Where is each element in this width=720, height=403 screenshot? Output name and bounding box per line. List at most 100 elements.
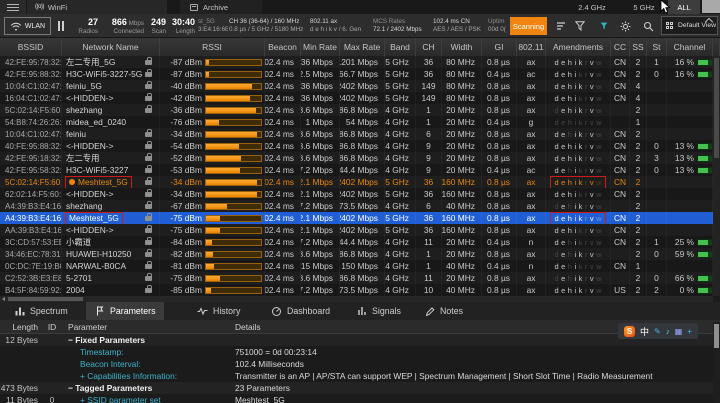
scrollbar-thumb[interactable] xyxy=(714,58,719,158)
amendments-cell: dehikrvw xyxy=(546,284,611,296)
network-row[interactable]: 5C:02:14:F5:60:6BMeshtest_5G-34 dBm102.4… xyxy=(0,176,713,188)
rssi-cell: -75 dBm xyxy=(160,224,265,236)
column-header-802-11[interactable]: 802.11 xyxy=(517,38,546,56)
network-row[interactable]: 42:FE:95:88:32:29H3C-WiFi5-3227-5G-87 dB… xyxy=(0,68,713,80)
red-annotation-box: dehikrvw xyxy=(551,213,604,224)
wlan-button[interactable]: WLAN xyxy=(4,17,51,35)
hamburger-menu-icon[interactable] xyxy=(0,0,26,14)
column-header-bssid[interactable]: BSSID xyxy=(0,38,62,56)
tab-history[interactable]: History xyxy=(188,302,249,320)
parameter-row[interactable]: + Capabilities Information:Transmitter i… xyxy=(0,370,720,382)
network-row[interactable]: 54:B8:74:26:26:A9midea_ed_0240-76 dBm102… xyxy=(0,116,713,128)
tab-winfi[interactable]: ((o)) WinFi xyxy=(27,0,167,14)
column-header-width[interactable]: Width xyxy=(442,38,482,56)
active-filter-icon[interactable] xyxy=(598,20,610,32)
rssi-bar xyxy=(205,203,262,210)
column-header-amendments[interactable]: Amendments xyxy=(546,38,611,56)
rssi-cell: -75 dBm xyxy=(160,212,265,224)
band-tab-all[interactable]: ALL xyxy=(668,0,700,14)
scrollbar-thumb[interactable] xyxy=(714,324,719,348)
network-row[interactable]: 5C:02:14:F5:60:6Cshezhang-36 dBm102.4 ms… xyxy=(0,104,713,116)
scrollbar-thumb[interactable] xyxy=(8,297,83,301)
network-row[interactable]: AA:39:B3:E4:16:6E<-HIDDEN->-75 dBm102.4 … xyxy=(0,224,713,236)
ime-keyboard-icon[interactable]: ▦ xyxy=(675,327,683,336)
ime-mode-indicator[interactable]: 中 xyxy=(640,325,649,338)
tab-spectrum[interactable]: Spectrum xyxy=(6,302,77,320)
lock-icon xyxy=(145,108,152,113)
network-row[interactable]: A4:39:B3:E4:16:6Fshezhang-67 dBm102.4 ms… xyxy=(0,200,713,212)
column-header-length[interactable]: Length xyxy=(2,322,38,332)
column-header-channel[interactable]: Channel xyxy=(667,38,713,56)
network-row[interactable]: B4:5F:84:59:92:CA2004-85 dBm102.4 ms17.2… xyxy=(0,284,713,296)
column-header-ss[interactable]: SS xyxy=(630,38,647,56)
network-row[interactable]: 62:02:14:F5:60:6B<-HIDDEN->-34 dBm102.4 … xyxy=(0,188,713,200)
channel-cell: 59 % xyxy=(667,248,713,260)
network-row[interactable]: A4:39:B3:E4:16:6EMeshtest_5G-75 dBm102.4… xyxy=(0,212,713,224)
network-name-cell: NARWAL-B0CA xyxy=(62,260,160,272)
network-row[interactable]: 42:FE:95:18:32:29左二专用-52 dBm102.4 ms8.6 … xyxy=(0,152,713,164)
ime-voice-icon[interactable]: ♪ xyxy=(666,327,670,336)
network-row[interactable]: 16:04:C1:02:47:F1<-HIDDEN->-42 dBm102.4 … xyxy=(0,92,713,104)
parameter-row[interactable]: Beacon Interval:102.4 Milliseconds xyxy=(0,358,720,370)
parameter-row[interactable]: 12 Bytes− Fixed Parameters xyxy=(0,334,720,346)
amendments-cell: dehikrvw xyxy=(546,128,611,140)
parameter-row[interactable]: 473 Bytes− Tagged Parameters23 Parameter… xyxy=(0,382,720,394)
column-header-beacon[interactable]: Beacon xyxy=(265,38,301,56)
network-row[interactable]: 0C:DC:7E:19:B0:C9NARWAL-B0CA-81 dBm102.4… xyxy=(0,260,713,272)
sogou-logo-icon[interactable]: S xyxy=(624,326,635,337)
amendments-cell: dehikrvw xyxy=(546,104,611,116)
network-row[interactable]: 10:04:C1:02:47:F1feiniu_5G-40 dBm102.4 m… xyxy=(0,80,713,92)
scanning-button[interactable]: Scanning xyxy=(510,17,547,35)
parameters-vertical-scrollbar[interactable] xyxy=(713,322,720,403)
column-header-band[interactable]: Band xyxy=(385,38,416,56)
rssi-bar xyxy=(205,263,262,270)
settings-gear-icon[interactable] xyxy=(619,20,631,32)
column-header-st[interactable]: St xyxy=(647,38,667,56)
parameter-row[interactable]: Timestamp:751000 = 0d 00:23:14 xyxy=(0,346,720,358)
search-icon[interactable] xyxy=(642,20,654,32)
column-header-parameter[interactable]: Parameter xyxy=(68,322,107,332)
titlebar: ((o)) WinFi Archive 2.4 GHz 5 GHz ALL xyxy=(0,0,720,14)
filter-icon[interactable] xyxy=(574,20,586,32)
parameter-row[interactable]: 11 Bytes0+ SSID parameter setMeshtest_5G xyxy=(0,394,720,403)
network-row[interactable]: 10:04:C1:02:47:F0feiniu-34 dBm102.4 ms8.… xyxy=(0,128,713,140)
column-header-min-rate[interactable]: Min Rate xyxy=(301,38,340,56)
network-row[interactable]: 34:46:EC:78:31:5CHUAWEI-H10250-82 dBm102… xyxy=(0,248,713,260)
column-header-max-rate[interactable]: Max Rate xyxy=(340,38,385,56)
connected-network-info: st_5G 3:E4:16:6E xyxy=(198,18,228,34)
tab-notes[interactable]: Notes xyxy=(416,302,472,320)
network-row[interactable]: 42:FE:95:78:32:29左二专用_5G-87 dBm102.4 ms3… xyxy=(0,56,713,68)
network-row[interactable]: 42:FE:95:58:32:29H3C-WiFi5-3227-53 dBm10… xyxy=(0,164,713,176)
column-header-rssi[interactable]: RSSI xyxy=(160,38,265,56)
archive-label: Archive xyxy=(203,3,228,12)
tab-archive[interactable]: Archive xyxy=(180,0,262,14)
scroll-left-arrow[interactable] xyxy=(2,297,5,301)
lock-icon xyxy=(145,204,152,209)
column-header-ch[interactable]: CH xyxy=(416,38,442,56)
column-header-gi[interactable]: GI xyxy=(482,38,517,56)
tab-signals[interactable]: Signals xyxy=(348,302,410,320)
ime-toolbar[interactable]: S 中 ✎ ♪ ▦ + xyxy=(618,323,698,339)
channel-cell xyxy=(667,188,713,200)
network-row[interactable]: 40:FE:95:88:32:29<-HIDDEN->-54 dBm102.4 … xyxy=(0,140,713,152)
network-row[interactable]: 3C:CD:57:53:EE:1A小霸道-84 dBm102.4 ms7.2 M… xyxy=(0,236,713,248)
amendments-cell: dehikrvw xyxy=(546,236,611,248)
lock-icon xyxy=(145,252,152,257)
ime-pen-icon[interactable]: ✎ xyxy=(654,327,661,336)
column-header-details[interactable]: Details xyxy=(235,322,261,332)
band-tab-24ghz[interactable]: 2.4 GHz xyxy=(566,0,618,14)
ime-more-icon[interactable]: + xyxy=(687,327,692,336)
column-header-id[interactable]: ID xyxy=(44,322,60,332)
tab-dashboard[interactable]: Dashboard xyxy=(262,302,339,320)
amendments-cell: dehikrvw xyxy=(546,200,611,212)
sort-list-icon[interactable] xyxy=(555,20,567,32)
column-header-cc[interactable]: CC xyxy=(611,38,630,56)
rssi-bar xyxy=(205,143,262,150)
table-vertical-scrollbar[interactable] xyxy=(713,56,720,296)
channel-cell: 13 % xyxy=(667,152,713,164)
pause-button[interactable] xyxy=(58,21,64,31)
mcs-rates-info: MCS Rates 72.1 / 2402 Mbps xyxy=(373,18,431,34)
column-header-network-name[interactable]: Network Name xyxy=(62,38,160,56)
tab-parameters[interactable]: Parameters xyxy=(86,302,164,320)
network-row[interactable]: C2:52:3B:E3:E8:A25-2701-75 dBm102.4 ms8.… xyxy=(0,272,713,284)
